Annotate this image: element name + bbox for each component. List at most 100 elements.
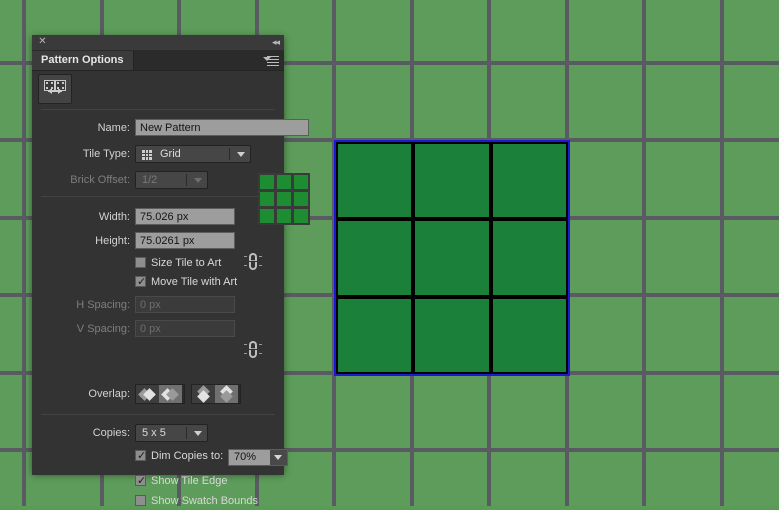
pattern-background-cell [414,0,488,61]
pattern-background-cell [336,65,410,139]
checkbox-box: ✓ [135,450,146,461]
tile-preview-cell [294,209,308,223]
pattern-background-cell [724,452,779,506]
pattern-tile-cell [493,221,566,294]
panel-body: Name: New Pattern Tile Type: Grid Brick … [32,71,284,475]
broken-link-icon[interactable] [244,251,262,273]
overlap-right-in-front-button[interactable] [159,385,182,403]
h-spacing-input[interactable]: 0 px [135,296,235,313]
pattern-tile-cell [493,144,566,217]
pattern-background-cell [0,142,22,216]
pattern-tile-selection[interactable] [334,140,570,376]
overlap-top-in-front-button[interactable] [215,385,238,403]
v-spacing-label: V Spacing: [32,319,130,339]
tab-pattern-options[interactable]: Pattern Options [32,51,134,70]
tile-preview-cell [277,209,291,223]
pattern-background-cell [491,375,565,449]
pattern-background-cell [646,375,720,449]
pattern-background-cell [414,452,488,506]
row-copies: Copies: 5 x 5 [32,423,284,443]
pattern-background-cell [569,297,643,371]
overlap-vertical-group [191,384,241,404]
pattern-background-cell [0,375,22,449]
checkbox-box [135,495,146,506]
pattern-background-cell [414,375,488,449]
chevron-down-icon [194,178,202,183]
tile-type-value: Grid [136,146,181,162]
collapse-panel-icon[interactable]: ◂◂ [272,36,279,48]
copies-value: 5 x 5 [136,425,166,441]
chevron-down-icon [194,431,202,436]
pattern-background-cell [646,65,720,139]
overlap-label: Overlap: [32,384,130,404]
pattern-background-cell [0,297,22,371]
pattern-background-cell [724,375,779,449]
pattern-background-cell [724,0,779,61]
pattern-background-cell [0,0,22,61]
pattern-background-cell [646,297,720,371]
pattern-background-cell [724,142,779,216]
tile-preview-thumbnail [258,173,310,225]
pattern-tile-cell [415,144,488,217]
pattern-background-cell [491,65,565,139]
copies-dropdown[interactable]: 5 x 5 [135,424,208,442]
brick-offset-label: Brick Offset: [32,170,130,190]
width-input[interactable]: 75.026 px [135,208,235,225]
pattern-background-cell [724,297,779,371]
tile-preview-cell [260,192,274,206]
pattern-background-cell [569,375,643,449]
pattern-background-cell [0,220,22,294]
pattern-background-cell [724,220,779,294]
row-brick-offset: Brick Offset: 1/2 [32,170,284,190]
checkbox-box [135,257,146,268]
pattern-tile-cell [415,299,488,372]
pattern-tile-cell [338,144,411,217]
row-h-spacing: H Spacing: 0 px [32,295,284,315]
pattern-background-cell [569,220,643,294]
pattern-background-cell [569,65,643,139]
dim-copies-value: 70% [234,450,256,465]
width-label: Width: [32,207,130,227]
pattern-background-cell [336,0,410,61]
pattern-options-panel[interactable]: ✕ ◂◂ Pattern Options Name: New Pattern T… [32,35,284,473]
pattern-background-cell [569,0,643,61]
row-name: Name: New Pattern [32,118,284,138]
name-input[interactable]: New Pattern [135,119,309,136]
tile-type-label: Tile Type: [32,144,130,164]
height-input[interactable]: 75.0261 px [135,232,235,249]
pattern-background-cell [0,65,22,139]
panel-menu-icon[interactable] [263,54,279,67]
tile-type-dropdown[interactable]: Grid [135,145,251,163]
pattern-background-cell [569,452,643,506]
pattern-tile-cell [493,299,566,372]
pattern-tile-cell [338,221,411,294]
pattern-background-cell [491,0,565,61]
pattern-background-cell [569,142,643,216]
pattern-background-cell [336,375,410,449]
dim-copies-dropdown[interactable]: 70% [228,449,288,466]
tile-preview-cell [294,175,308,189]
tile-preview-cell [260,175,274,189]
panel-tabstrip: Pattern Options [32,51,284,71]
name-label: Name: [32,118,130,138]
pattern-background-cell [724,65,779,139]
row-tile-type: Tile Type: Grid [32,144,284,164]
tile-preview-cell [277,175,291,189]
pattern-tile-cell [415,221,488,294]
overlap-left-in-front-button[interactable] [136,385,159,403]
tile-preview-cell [277,192,291,206]
brick-offset-dropdown[interactable]: 1/2 [135,171,208,189]
pattern-background-cell [646,220,720,294]
v-spacing-input[interactable]: 0 px [135,320,235,337]
tile-edge-tool-icon[interactable] [38,74,72,104]
pattern-background-cell [336,452,410,506]
broken-link-icon[interactable] [244,339,262,361]
pattern-background-cell [491,452,565,506]
overlap-horizontal-group [135,384,185,404]
overlap-bottom-in-front-button[interactable] [192,385,215,403]
tile-preview-cell [260,209,274,223]
dim-copies-label: Dim Copies to: [151,449,223,464]
close-icon[interactable]: ✕ [37,36,48,47]
chevron-down-icon[interactable] [270,450,287,465]
row-height: Height: 75.0261 px [32,231,284,251]
